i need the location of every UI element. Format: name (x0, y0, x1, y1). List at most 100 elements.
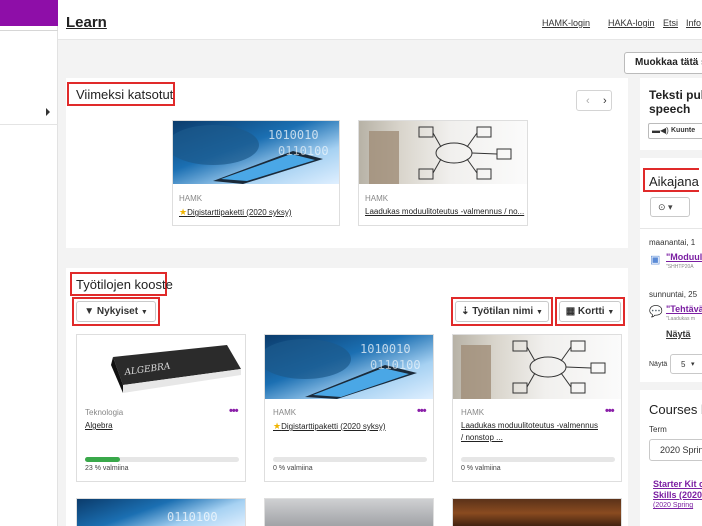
forum-icon: 💬 (649, 306, 663, 318)
course-image (453, 335, 621, 399)
svg-text:1010010: 1010010 (268, 128, 319, 142)
chevron-down-icon: ▼ (535, 309, 543, 316)
clock-icon: ⊙ ▾ (658, 202, 673, 212)
carousel-nav: ‹ › (576, 90, 612, 111)
timeline-day: maanantai, 1 (649, 238, 696, 247)
course-image (265, 499, 433, 526)
term-select[interactable]: 2020 Sprin (649, 439, 702, 461)
more-options-icon[interactable]: ••• (229, 405, 239, 417)
show-link[interactable]: Näytä (666, 329, 691, 339)
progress-bar (273, 457, 427, 462)
course-image: 0110100 (77, 499, 245, 526)
progress-bar (461, 457, 615, 462)
course-category: HAMK (461, 408, 485, 417)
courses-title: Courses by (649, 402, 702, 417)
course-link[interactable]: Laadukas moduulitoteutus -valmennus / no… (365, 207, 525, 216)
svg-text:1010010: 1010010 (360, 342, 411, 356)
filter-icon: ▼ (84, 306, 95, 317)
haka-login-link[interactable]: HAKA-login (608, 18, 655, 28)
book-image: ALGEBRA (111, 345, 241, 393)
workspaces-title: Työtilojen kooste (76, 277, 173, 292)
tts-title: speech (649, 102, 691, 116)
left-sidebar (0, 0, 58, 526)
top-header: Learn HAMK-login HAKA-login Etsi Info (58, 0, 702, 40)
workspace-card[interactable] (264, 498, 434, 526)
courses-block: Courses by Term 2020 Sprin Starter Kit o… (640, 390, 702, 526)
assignment-icon: ▣ (650, 254, 661, 266)
progress-text: 0 % valmiina (461, 465, 501, 472)
filter-dropdown[interactable]: ▼ Nykyiset ▼ (76, 301, 156, 322)
prev-arrow-icon[interactable]: ‹ (586, 95, 590, 107)
workspace-card[interactable] (452, 498, 622, 526)
course-category: HAMK (179, 194, 203, 203)
diagram-image (461, 340, 606, 399)
show-count-dropdown[interactable]: 5 ▾ (670, 354, 702, 374)
tech-image: 1010010 0110100 (173, 125, 329, 184)
hamk-login-link[interactable]: HAMK-login (542, 18, 590, 28)
timeline-event-link[interactable]: "Moduul (666, 252, 702, 262)
sidebar-divider (0, 124, 58, 125)
course-image: ALGEBRA (77, 335, 245, 399)
progress-fill (85, 457, 121, 462)
page-title[interactable]: Learn (66, 14, 107, 31)
progress-text: 23 % valmiina (85, 465, 129, 472)
timeline-event-link[interactable]: "Tehtävä (666, 304, 702, 314)
course-link[interactable]: Algebra (85, 421, 235, 430)
course-image (359, 121, 527, 184)
workspace-card[interactable]: 0110100 (76, 498, 246, 526)
svg-text:0110100: 0110100 (167, 510, 218, 524)
recent-card[interactable]: HAMK Laadukas moduulitoteutus -valmennus… (358, 120, 528, 226)
chevron-right-icon[interactable] (46, 108, 50, 116)
chevron-down-icon: ▼ (140, 309, 148, 316)
grid-icon: ▦ (565, 306, 576, 317)
edit-page-button[interactable]: Muokkaa tätä si (624, 52, 702, 74)
view-dropdown[interactable]: ▦ Kortti ▼ (559, 301, 621, 322)
course-category: HAMK (365, 194, 389, 203)
search-link[interactable]: Etsi (663, 18, 678, 28)
tts-title: Teksti puh (649, 88, 702, 102)
timeline-event-sub: "Laadukas m (666, 316, 696, 322)
course-link[interactable]: Skills (2020 (653, 490, 702, 500)
course-link[interactable]: ★Digistarttipaketti (2020 syksy) (179, 207, 337, 218)
diagram-image (369, 126, 512, 184)
timeline-filter-dropdown[interactable]: ⊙ ▾ (650, 197, 690, 217)
course-image: 1010010 0110100 (265, 335, 433, 399)
course-link[interactable]: Starter Kit o (653, 479, 702, 489)
progress-bar (85, 457, 239, 462)
timeline-title: Aikajana (649, 174, 699, 189)
progress-text: 0 % valmiina (273, 465, 313, 472)
course-category: Teknologia (85, 408, 124, 417)
svg-text:0110100: 0110100 (278, 144, 329, 158)
recent-title: Viimeksi katsotut (76, 87, 174, 102)
star-icon: ★ (273, 421, 282, 431)
next-arrow-icon[interactable]: › (603, 95, 607, 107)
sidebar-divider (0, 30, 58, 31)
speaker-icon: ▬◀) (652, 126, 669, 135)
term-label: Term (649, 425, 667, 434)
more-options-icon[interactable]: ••• (417, 405, 427, 417)
course-link[interactable]: Laadukas moduulitoteutus -valmennus (461, 421, 611, 430)
timeline-block: Aikajana ⊙ ▾ maanantai, 1 ▣ "Moduul "SHH… (640, 158, 702, 382)
brand-bar (0, 0, 58, 26)
svg-text:0110100: 0110100 (370, 358, 421, 372)
workspace-card[interactable]: HAMK ••• Laadukas moduulitoteutus -valme… (452, 334, 622, 482)
course-link[interactable]: / nonstop ... (461, 433, 611, 442)
recent-card[interactable]: 1010010 0110100 HAMK ★Digistarttipaketti… (172, 120, 340, 226)
chevron-down-icon: ▾ (691, 361, 695, 368)
course-category: HAMK (273, 408, 297, 417)
workspace-card[interactable]: ALGEBRA Teknologia ••• Algebra 23 % valm… (76, 334, 246, 482)
course-link[interactable]: ★Digistarttipaketti (2020 syksy) (273, 421, 427, 432)
sort-dropdown[interactable]: ⇣ Työtilan nimi ▼ (455, 301, 549, 322)
tts-block: Teksti puh speech ▬◀) Kuunte (640, 86, 702, 146)
more-options-icon[interactable]: ••• (605, 405, 615, 417)
workspace-card[interactable]: 1010010 0110100 HAMK ••• ★Digistarttipak… (264, 334, 434, 482)
divider (640, 228, 702, 229)
listen-button[interactable]: ▬◀) Kuunte (648, 123, 702, 139)
course-image: 1010010 0110100 (173, 121, 339, 184)
star-icon: ★ (179, 207, 188, 217)
sort-icon: ⇣ (461, 306, 470, 317)
info-link[interactable]: Info (686, 18, 701, 28)
timeline-event-sub: "SHHTP20A (666, 264, 694, 270)
show-label: Näytä (649, 361, 668, 368)
course-link[interactable]: (2020 Spring (653, 502, 693, 509)
